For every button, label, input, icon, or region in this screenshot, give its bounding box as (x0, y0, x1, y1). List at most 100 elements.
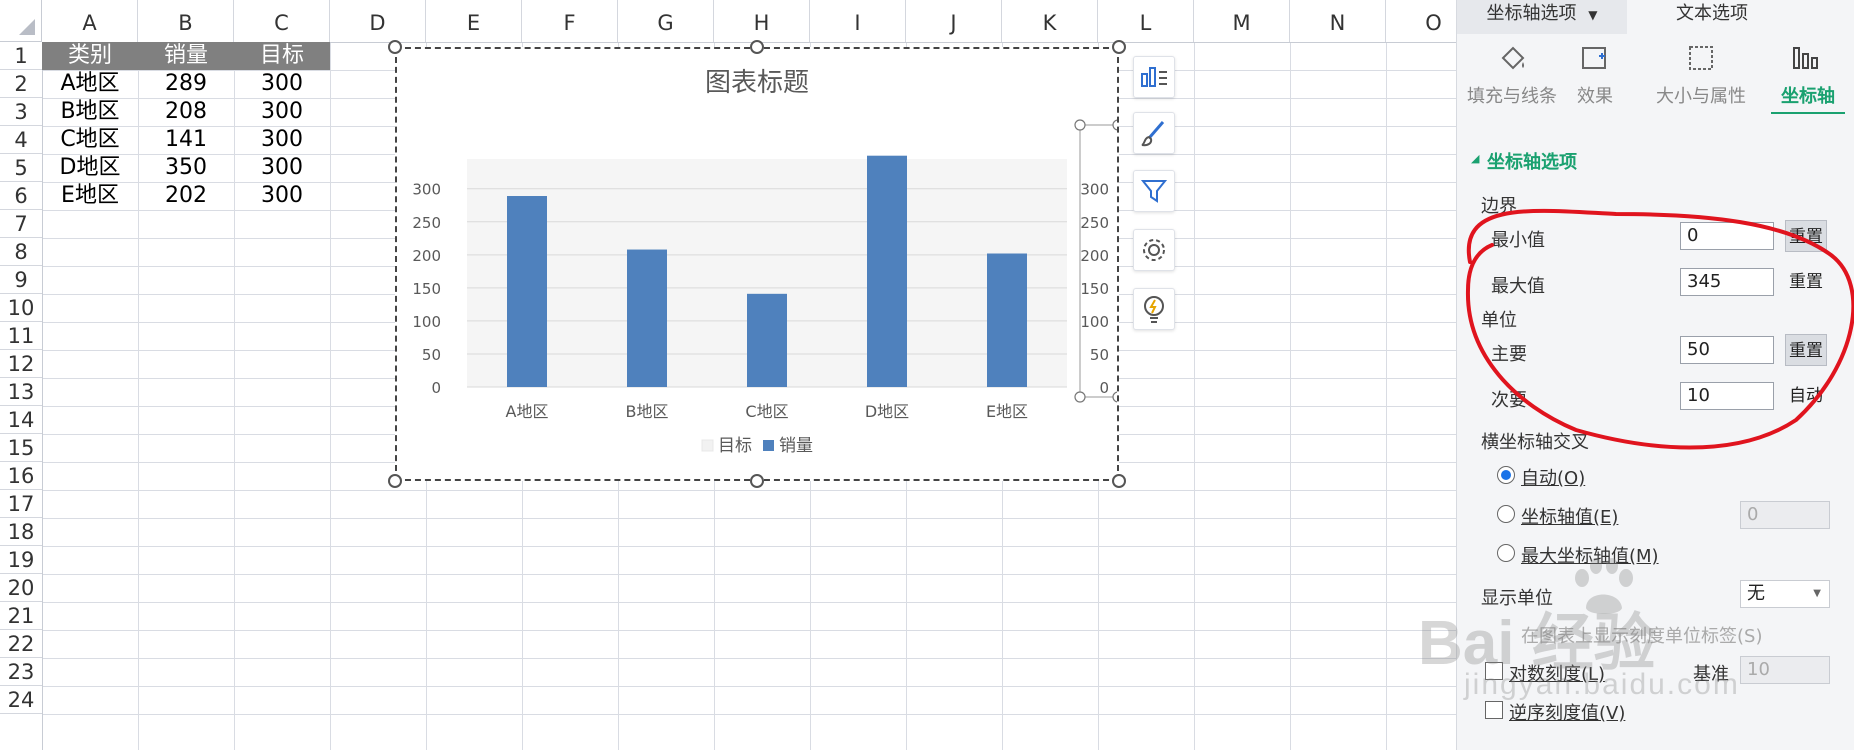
row-header-20[interactable]: 20 (0, 574, 42, 602)
row-header-6[interactable]: 6 (0, 182, 42, 210)
chart-style-button[interactable] (1133, 112, 1175, 154)
sales-bar[interactable] (867, 155, 907, 387)
select-all-corner[interactable] (0, 0, 42, 42)
table-cell[interactable]: 289 (138, 70, 234, 98)
table-cell[interactable]: 300 (234, 98, 330, 126)
chart-resize-handle-br[interactable] (1112, 474, 1126, 488)
legend-swatch-target (701, 439, 714, 452)
row-header-4[interactable]: 4 (0, 126, 42, 154)
chart-smart-button[interactable] (1133, 288, 1175, 330)
row-header-12[interactable]: 12 (0, 350, 42, 378)
chart-settings-button[interactable] (1133, 229, 1175, 271)
column-header-F[interactable]: F (522, 0, 618, 42)
column-header-G[interactable]: G (618, 0, 714, 42)
chart-resize-handle-tl[interactable] (388, 40, 402, 54)
row-header-11[interactable]: 11 (0, 322, 42, 350)
legend-label-sales[interactable]: 销量 (779, 436, 813, 456)
row-header-14[interactable]: 14 (0, 406, 42, 434)
row-header-1[interactable]: 1 (0, 42, 42, 70)
row-header-24[interactable]: 24 (0, 686, 42, 714)
chart-style-brush-icon (1141, 121, 1165, 147)
row-header-2[interactable]: 2 (0, 70, 42, 98)
row-header-17[interactable]: 17 (0, 490, 42, 518)
y-tick-label: 150 (412, 280, 441, 298)
column-header-O[interactable]: O (1386, 0, 1456, 42)
column-header-H[interactable]: H (714, 0, 810, 42)
axis-selection-handle[interactable] (1112, 391, 1117, 403)
row-header-3[interactable]: 3 (0, 98, 42, 126)
table-cell[interactable]: C地区 (42, 126, 138, 154)
table-cell[interactable]: 300 (234, 70, 330, 98)
chart-title[interactable]: 图表标题 (705, 68, 809, 98)
chart-resize-handle-tm[interactable] (750, 40, 764, 54)
column-header-J[interactable]: J (906, 0, 1002, 42)
table-cell[interactable]: 300 (234, 182, 330, 210)
table-cell[interactable]: 300 (234, 126, 330, 154)
column-header-I[interactable]: I (810, 0, 906, 42)
table-cell[interactable]: E地区 (42, 182, 138, 210)
row-header-13[interactable]: 13 (0, 378, 42, 406)
column-header-M[interactable]: M (1194, 0, 1290, 42)
sales-bar[interactable] (747, 293, 787, 387)
column-header-K[interactable]: K (1002, 0, 1098, 42)
grid-vline (1386, 0, 1387, 750)
row-header-19[interactable]: 19 (0, 546, 42, 574)
axis-selection-handle[interactable] (1074, 391, 1086, 403)
chart-resize-handle-tr[interactable] (1112, 40, 1126, 54)
grid-vline (1290, 0, 1291, 750)
column-header-D[interactable]: D (330, 0, 426, 42)
table-cell[interactable]: A地区 (42, 70, 138, 98)
table-header-cell[interactable]: 类别 (42, 42, 138, 70)
column-header-C[interactable]: C (234, 0, 330, 42)
table-header-cell[interactable]: 销量 (138, 42, 234, 70)
sales-bar[interactable] (627, 249, 667, 387)
chart-elements-icon (1141, 67, 1167, 87)
grid-vline (330, 0, 331, 750)
axis-selection-handle[interactable] (1074, 119, 1086, 131)
row-header-10[interactable]: 10 (0, 294, 42, 322)
chart-filter-button[interactable] (1133, 170, 1175, 212)
chart-elements-button[interactable] (1133, 56, 1175, 98)
row-header-21[interactable]: 21 (0, 602, 42, 630)
row-header-22[interactable]: 22 (0, 630, 42, 658)
table-cell[interactable]: 300 (234, 154, 330, 182)
row-header-15[interactable]: 15 (0, 434, 42, 462)
grid-hline (0, 686, 1456, 687)
axis-selection-handle[interactable] (1112, 119, 1117, 131)
column-header-N[interactable]: N (1290, 0, 1386, 42)
row-header-8[interactable]: 8 (0, 238, 42, 266)
row-header-16[interactable]: 16 (0, 462, 42, 490)
chart-resize-handle-bl[interactable] (388, 474, 402, 488)
chart-smart-bulb-icon (1144, 296, 1164, 323)
grid-hline (0, 574, 1456, 575)
row-header-5[interactable]: 5 (0, 154, 42, 182)
x-tick-label: B地区 (626, 402, 669, 421)
select-all-triangle-icon (19, 19, 35, 35)
y2-tick-label: 300 (1080, 181, 1109, 199)
legend-label-target[interactable]: 目标 (718, 436, 752, 456)
x-tick-label: E地区 (986, 402, 1028, 421)
row-header-7[interactable]: 7 (0, 210, 42, 238)
sales-bar[interactable] (987, 253, 1027, 387)
row-header-23[interactable]: 23 (0, 658, 42, 686)
y-tick-label: 50 (422, 346, 441, 364)
y-tick-label: 250 (412, 214, 441, 232)
row-header-9[interactable]: 9 (0, 266, 42, 294)
column-header-A[interactable]: A (42, 0, 138, 42)
column-header-B[interactable]: B (138, 0, 234, 42)
table-cell[interactable]: 208 (138, 98, 234, 126)
table-cell[interactable]: B地区 (42, 98, 138, 126)
table-cell[interactable]: 141 (138, 126, 234, 154)
sales-bar[interactable] (507, 196, 547, 387)
column-header-E[interactable]: E (426, 0, 522, 42)
table-cell[interactable]: 202 (138, 182, 234, 210)
y2-tick-label: 100 (1080, 313, 1109, 331)
table-header-cell[interactable]: 目标 (234, 42, 330, 70)
row-header-18[interactable]: 18 (0, 518, 42, 546)
bar-chart[interactable]: 图表标题 0 50 100 150 200 250 300 0 50 100 150 200 250 300… (395, 47, 1119, 481)
column-header-L[interactable]: L (1098, 0, 1194, 42)
table-cell[interactable]: 350 (138, 154, 234, 182)
chart-resize-handle-bm[interactable] (750, 474, 764, 488)
legend-swatch-sales (763, 440, 774, 451)
table-cell[interactable]: D地区 (42, 154, 138, 182)
